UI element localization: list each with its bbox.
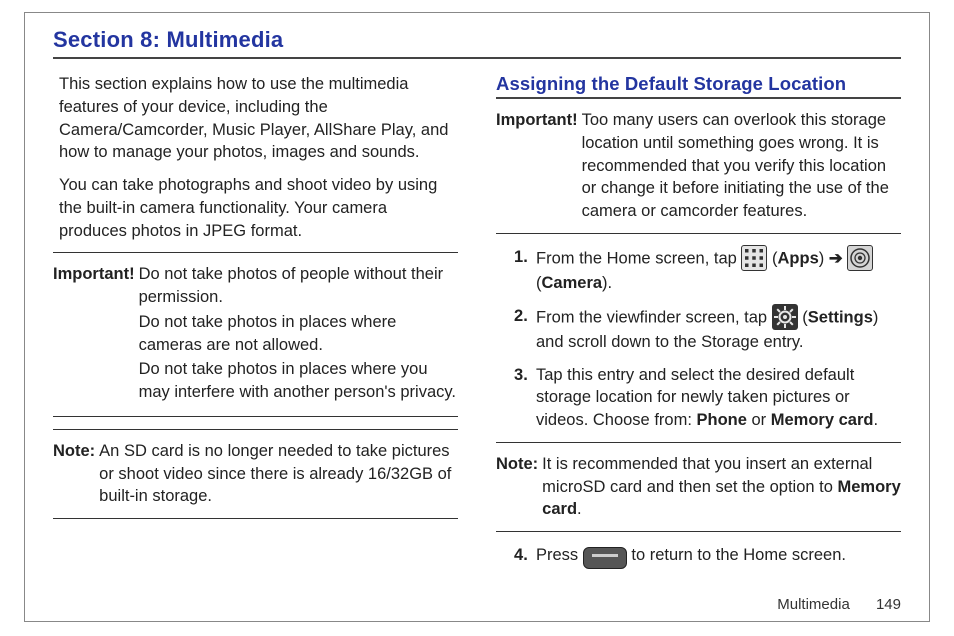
step-2: From the viewfinder screen, tap [514, 305, 901, 354]
step-3: Tap this entry and select the desired de… [514, 364, 901, 432]
phone-label: Phone [697, 411, 747, 429]
step4-text-b: to return to the Home screen. [631, 546, 846, 564]
important-line-2: Do not take photos in places where camer… [139, 311, 458, 357]
important-body-right: Too many users can overlook this storage… [582, 109, 901, 223]
note-block-right: Note: It is recommended that you insert … [496, 442, 901, 532]
page-number: 149 [876, 596, 901, 613]
step2-text-b: and scroll down to the Storage entry. [536, 333, 804, 351]
steps-list-2: Press to return to the Home screen. [496, 544, 901, 567]
step4-text-a: Press [536, 546, 583, 564]
steps-list: From the Home screen, tap (Apps) ➔ [496, 246, 901, 432]
settings-icon [772, 304, 798, 330]
section-heading: Assigning the Default Storage Location [496, 73, 901, 95]
columns: This section explains how to use the mul… [53, 73, 901, 577]
camera-icon [847, 245, 873, 271]
page-title: Section 8: Multimedia [53, 27, 901, 53]
important-block-left: Important! Do not take photos of people … [53, 252, 458, 417]
memory-card-label: Memory card [771, 411, 874, 429]
title-rule [53, 57, 901, 59]
arrow-icon: ➔ [829, 249, 843, 267]
note-body-right: It is recommended that you insert an ext… [542, 453, 901, 521]
apps-icon [741, 245, 767, 271]
footer-label: Multimedia [777, 596, 850, 613]
note-block-left: Note: An SD card is no longer needed to … [53, 429, 458, 519]
important-label-right: Important! [496, 109, 578, 223]
note-label-right: Note: [496, 453, 538, 521]
step-1: From the Home screen, tap (Apps) ➔ [514, 246, 901, 295]
apps-label: Apps [778, 249, 819, 267]
step3-or: or [747, 411, 771, 429]
step1-text-a: From the Home screen, tap [536, 249, 741, 267]
note-right-text-a: It is recommended that you insert an ext… [542, 455, 872, 496]
home-button-icon [583, 547, 627, 569]
important-line-3: Do not take photos in places where you m… [139, 358, 458, 404]
important-block-right: Important! Too many users can overlook t… [496, 109, 901, 234]
page-footer: Multimedia 149 [777, 596, 901, 613]
note-label-left: Note: [53, 440, 95, 508]
left-column: This section explains how to use the mul… [53, 73, 458, 577]
important-label: Important! [53, 263, 135, 406]
important-line-1: Do not take photos of people without the… [139, 263, 458, 309]
important-body-left: Do not take photos of people without the… [139, 263, 458, 406]
camera-label: Camera [542, 274, 603, 292]
step2-text-a: From the viewfinder screen, tap [536, 308, 772, 326]
note-body-left: An SD card is no longer needed to take p… [99, 440, 458, 508]
settings-label: Settings [808, 308, 873, 326]
intro-paragraph-2: You can take photographs and shoot video… [59, 174, 458, 242]
right-column: Assigning the Default Storage Location I… [496, 73, 901, 577]
intro-paragraph-1: This section explains how to use the mul… [59, 73, 458, 164]
step-4: Press to return to the Home screen. [514, 544, 901, 567]
page-border: Section 8: Multimedia This section expla… [24, 12, 930, 622]
heading-rule [496, 97, 901, 99]
